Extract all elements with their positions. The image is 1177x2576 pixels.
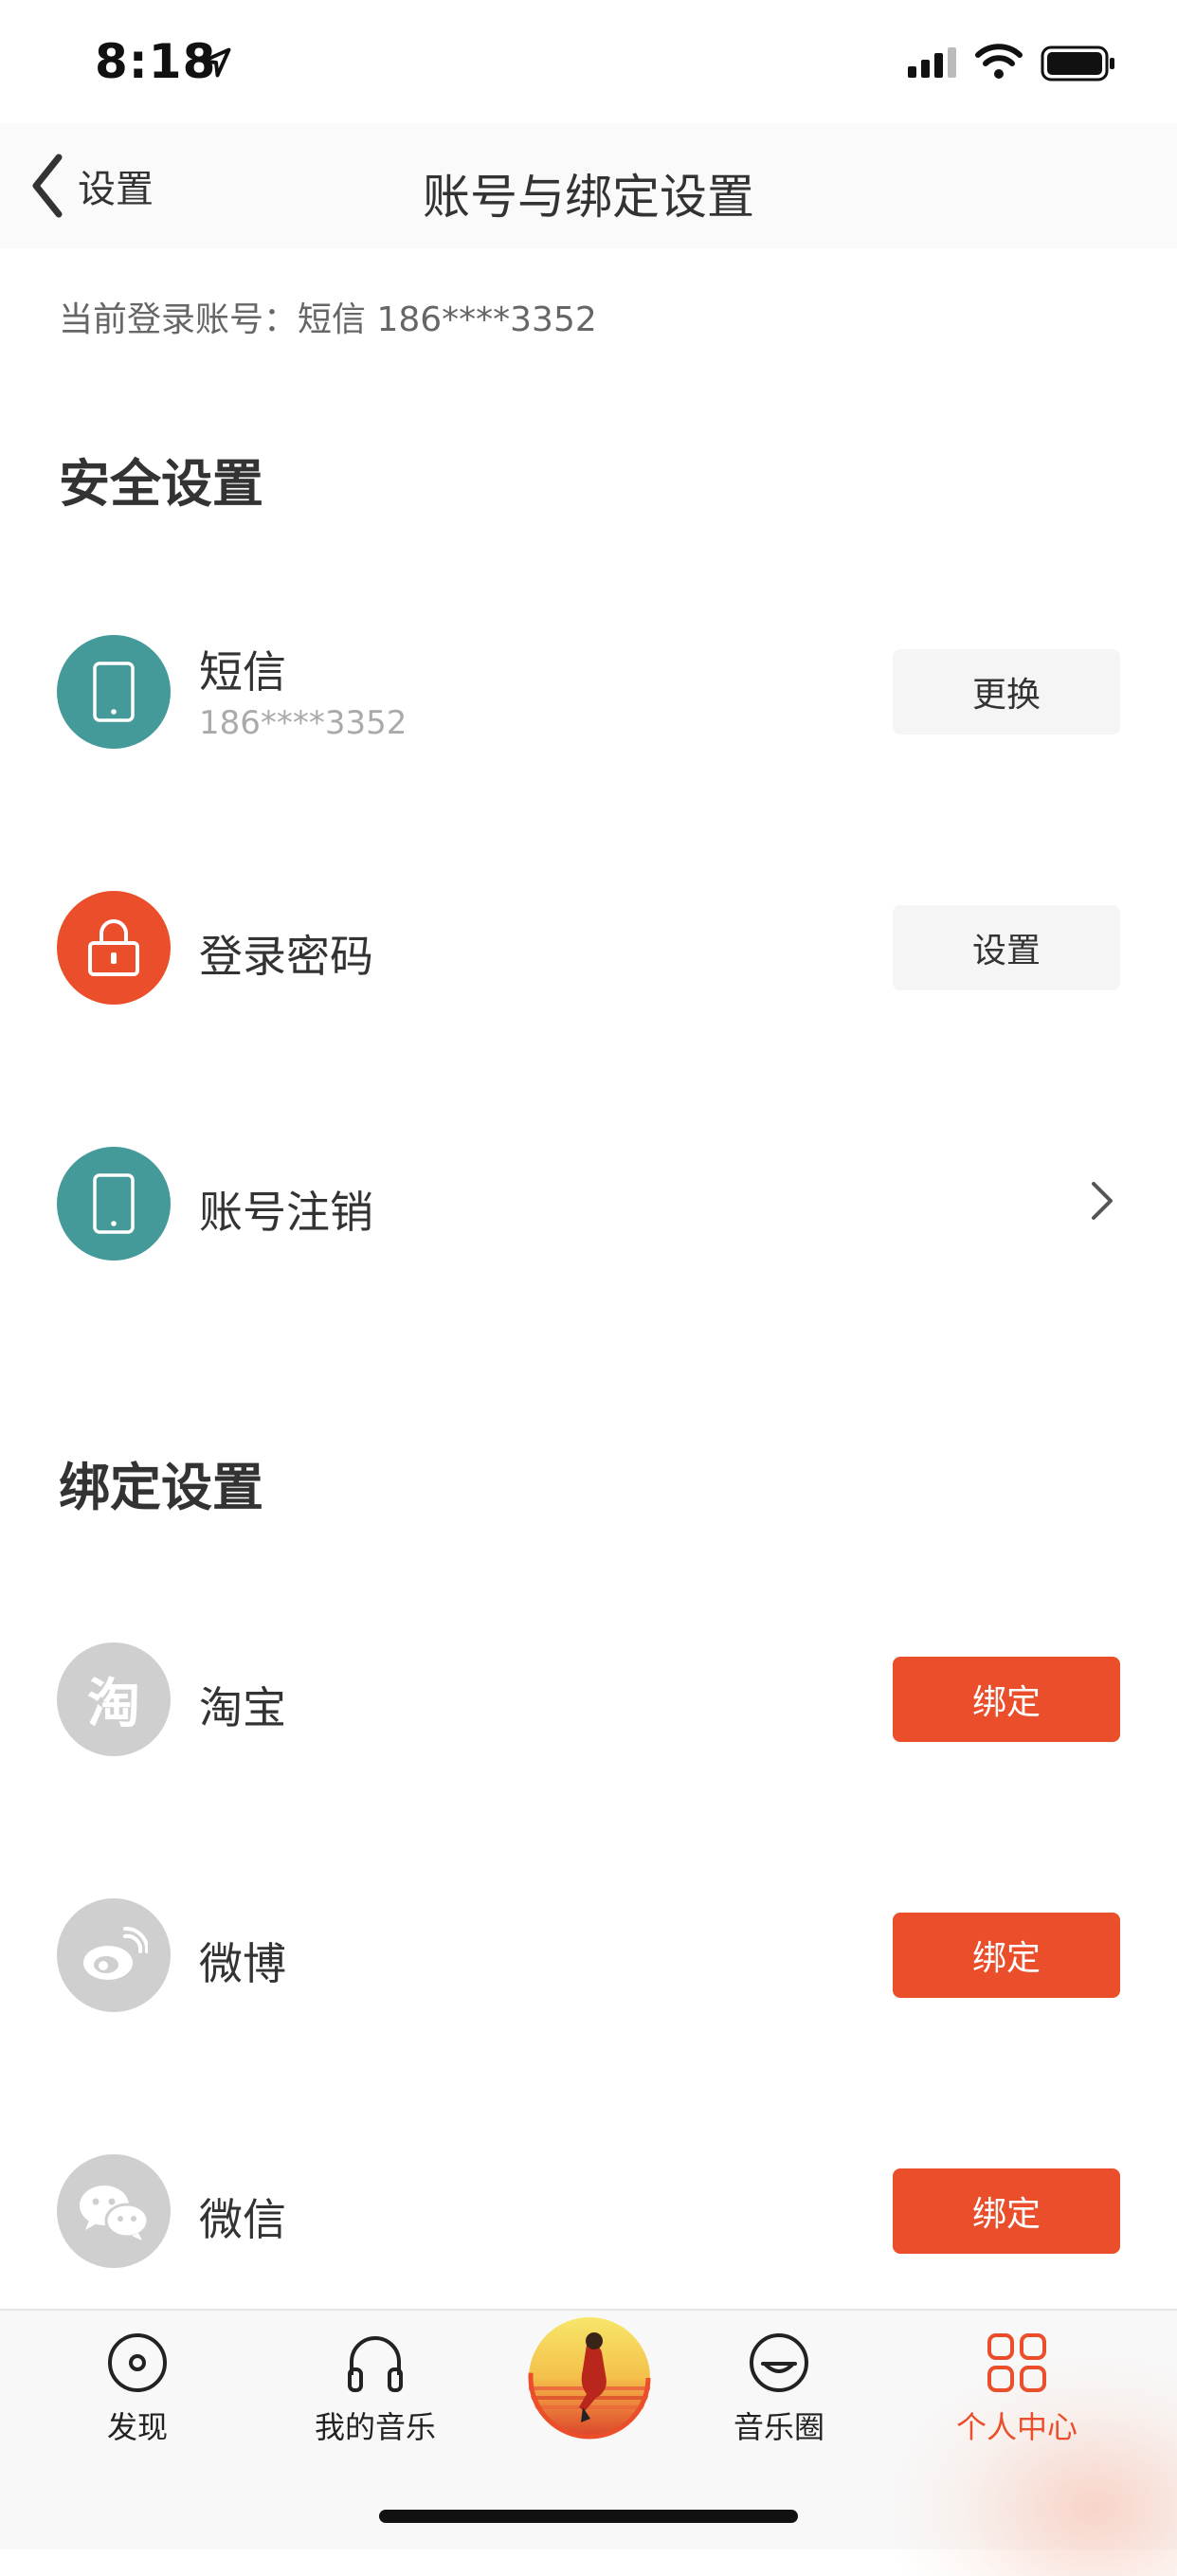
- wechat-label: 微信: [199, 2194, 286, 2245]
- tab-my-music[interactable]: 我的音乐: [281, 2331, 470, 2483]
- sms-phone-number: 186****3352: [199, 704, 407, 742]
- lock-icon: [57, 891, 171, 1005]
- binding-section-title: 绑定设置: [59, 1458, 263, 1517]
- location-arrow-icon: [201, 47, 231, 78]
- security-section-title: 安全设置: [59, 454, 263, 514]
- grid-icon: [987, 2333, 1046, 2392]
- battery-icon: [1041, 45, 1114, 82]
- login-password-row: 登录密码 设置: [0, 877, 1177, 1019]
- current-account-text: 当前登录账号：短信 186****3352: [59, 300, 597, 339]
- change-phone-button[interactable]: 更换: [893, 649, 1120, 735]
- tab-music-circle-label: 音乐圈: [733, 2409, 824, 2445]
- taobao-icon: 淘: [57, 1642, 171, 1756]
- home-indicator: [379, 2510, 798, 2523]
- taobao-row: 淘 淘宝 绑定: [0, 1628, 1177, 1770]
- tab-discover-label: 发现: [106, 2409, 168, 2445]
- bind-wechat-button[interactable]: 绑定: [893, 2168, 1120, 2254]
- tab-profile[interactable]: 个人中心: [922, 2331, 1112, 2483]
- account-cancellation-row[interactable]: 账号注销: [0, 1133, 1177, 1275]
- phone-icon: [57, 1147, 171, 1261]
- nav-bar: 设置 账号与绑定设置: [0, 123, 1177, 248]
- tab-music-circle[interactable]: 音乐圈: [684, 2331, 874, 2483]
- chevron-right-icon: [1092, 1182, 1113, 1220]
- set-password-button[interactable]: 设置: [893, 905, 1120, 990]
- bind-weibo-button[interactable]: 绑定: [893, 1913, 1120, 1998]
- wechat-icon: [57, 2154, 171, 2268]
- account-cancellation-label: 账号注销: [199, 1187, 373, 1238]
- tab-profile-label: 个人中心: [955, 2409, 1077, 2445]
- page-title: 账号与绑定设置: [423, 170, 754, 225]
- sms-row: 短信 186****3352 更换: [0, 621, 1177, 763]
- signal-icon: [908, 47, 956, 78]
- smile-icon: [750, 2333, 808, 2392]
- now-playing-disc[interactable]: [528, 2316, 651, 2440]
- wechat-row: 微信 绑定: [0, 2140, 1177, 2282]
- status-bar: 8:18: [0, 0, 1177, 123]
- sms-label: 短信: [199, 646, 286, 698]
- login-password-label: 登录密码: [199, 931, 373, 982]
- bind-taobao-button[interactable]: 绑定: [893, 1657, 1120, 1742]
- weibo-label: 微博: [199, 1938, 286, 1989]
- disc-icon: [108, 2333, 167, 2392]
- taobao-label: 淘宝: [199, 1682, 286, 1733]
- weibo-row: 微博 绑定: [0, 1884, 1177, 2026]
- wifi-icon: [975, 44, 1023, 79]
- headphones-icon: [348, 2336, 403, 2392]
- tab-my-music-label: 我的音乐: [314, 2409, 436, 2445]
- tab-discover[interactable]: 发现: [43, 2331, 232, 2483]
- taobao-glyph: 淘: [87, 1673, 140, 1735]
- weibo-icon: [57, 1898, 171, 2012]
- phone-icon: [57, 635, 171, 749]
- album-cover-icon: [528, 2316, 651, 2440]
